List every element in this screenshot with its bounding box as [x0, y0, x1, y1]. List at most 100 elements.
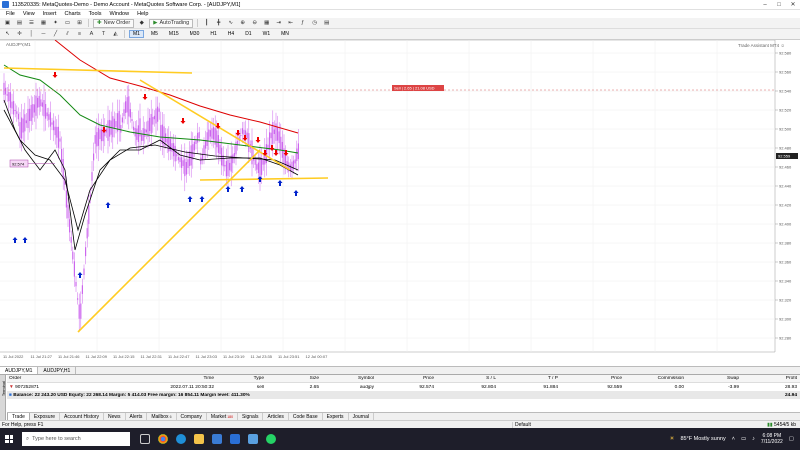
- terminal-icon[interactable]: ▭: [63, 19, 72, 28]
- timeframe-mn[interactable]: MN: [277, 30, 293, 38]
- menu-charts[interactable]: Charts: [60, 11, 84, 17]
- signal-arrows: [12, 72, 299, 278]
- new-order-button[interactable]: ✚ New Order: [93, 18, 135, 28]
- candle-body: [273, 129, 275, 134]
- header-price[interactable]: Price: [377, 376, 437, 381]
- chart-shift-icon[interactable]: ⇤: [286, 19, 295, 28]
- header-swap[interactable]: Swap: [687, 376, 742, 381]
- chart-canvas[interactable]: Sell | 2.65 | 21.08 USD 92.574 AUDJPY,M1…: [0, 40, 800, 366]
- network-icon[interactable]: ▭: [741, 436, 746, 442]
- profiles-icon[interactable]: ▤: [15, 19, 24, 28]
- header-current-price[interactable]: Price: [561, 376, 625, 381]
- mail-icon[interactable]: [230, 434, 240, 444]
- channel-icon[interactable]: ⫽: [63, 30, 72, 39]
- menu-tools[interactable]: Tools: [85, 11, 106, 17]
- timeframe-m5[interactable]: M5: [147, 30, 162, 38]
- menu-view[interactable]: View: [19, 11, 39, 17]
- navigator-icon[interactable]: ✦: [51, 19, 60, 28]
- trendlines[interactable]: [3, 67, 329, 333]
- header-sl[interactable]: S / L: [437, 376, 499, 381]
- taskbar-clock[interactable]: 6:08 PM 7/11/2022: [761, 433, 783, 445]
- timeframe-w1[interactable]: W1: [259, 30, 275, 38]
- price-chart[interactable]: Sell | 2.65 | 21.08 USD 92.574 AUDJPY,M1…: [0, 40, 800, 366]
- status-help-text: For Help, press F1: [2, 421, 44, 428]
- header-profit[interactable]: Profit: [742, 376, 800, 381]
- candle-body: [65, 190, 67, 208]
- market-watch-icon[interactable]: ☰: [27, 19, 36, 28]
- new-chart-icon[interactable]: ▣: [3, 19, 12, 28]
- table-row[interactable]: ▼ 907252871 2022.07.11 20:50:32 sell 2.6…: [7, 383, 800, 391]
- timeframe-d1[interactable]: D1: [241, 30, 255, 38]
- metaeditor-icon[interactable]: ◆: [137, 19, 146, 28]
- volume-icon[interactable]: ♪: [752, 436, 755, 442]
- header-tp[interactable]: T / P: [499, 376, 561, 381]
- header-size[interactable]: Size: [267, 376, 322, 381]
- menu-window[interactable]: Window: [106, 11, 134, 17]
- taskbar-search[interactable]: ⌕ Type here to search: [22, 432, 130, 446]
- weather-text[interactable]: 85°F Mostly sunny: [680, 436, 725, 442]
- maximize-icon[interactable]: □: [772, 2, 786, 8]
- candle-body: [19, 122, 21, 139]
- tray-chevron-icon[interactable]: ˄: [732, 436, 735, 442]
- close-icon[interactable]: ✕: [786, 1, 800, 8]
- templates-icon[interactable]: ▤: [322, 19, 331, 28]
- menu-help[interactable]: Help: [133, 11, 152, 17]
- metatrader-taskbar-icon[interactable]: [248, 434, 258, 444]
- header-order[interactable]: Order: [7, 376, 147, 381]
- header-time[interactable]: Time: [147, 376, 217, 381]
- cursor-icon[interactable]: ↖: [3, 30, 12, 39]
- strategy-tester-icon[interactable]: ⊞: [75, 19, 84, 28]
- file-explorer-icon[interactable]: [194, 434, 204, 444]
- swap-cell: -3.99: [728, 384, 739, 390]
- edge-icon[interactable]: [176, 434, 186, 444]
- crosshair-icon[interactable]: ✛: [15, 30, 24, 39]
- zoom-in-icon[interactable]: ⊕: [238, 19, 247, 28]
- horizontal-line-icon[interactable]: ─: [39, 30, 48, 39]
- header-commission[interactable]: Commission: [625, 376, 687, 381]
- notifications-icon[interactable]: ▢: [789, 436, 794, 442]
- timeframe-m1[interactable]: M1: [129, 30, 144, 38]
- start-button[interactable]: [0, 428, 18, 450]
- menu-insert[interactable]: Insert: [39, 11, 61, 17]
- whatsapp-icon[interactable]: [266, 434, 276, 444]
- auto-trading-button[interactable]: ▶ AutoTrading: [149, 18, 194, 28]
- line-chart-icon[interactable]: ∿: [226, 19, 235, 28]
- toolbar-divider: [88, 19, 89, 27]
- bar-chart-icon[interactable]: ┃: [202, 19, 211, 28]
- ascending-trendline[interactable]: [77, 149, 261, 333]
- menu-file[interactable]: File: [2, 11, 19, 17]
- candlestick-icon[interactable]: ╋: [214, 19, 223, 28]
- data-window-icon[interactable]: ▦: [39, 19, 48, 28]
- store-icon[interactable]: [212, 434, 222, 444]
- header-type[interactable]: Type: [217, 376, 267, 381]
- candle-body: [133, 126, 135, 130]
- fibonacci-icon[interactable]: ≡: [75, 30, 84, 39]
- label-icon[interactable]: T: [99, 30, 108, 39]
- minimize-icon[interactable]: –: [758, 2, 772, 8]
- chrome-icon[interactable]: [158, 434, 168, 444]
- timeframe-m30[interactable]: M30: [186, 30, 204, 38]
- chart-tab-audjpy-m1[interactable]: AUDJPY,M1: [0, 367, 39, 374]
- timeframe-m15[interactable]: M15: [165, 30, 183, 38]
- candle-body: [150, 113, 152, 134]
- trendline-icon[interactable]: ╱: [51, 30, 60, 39]
- header-symbol[interactable]: Symbol: [322, 376, 377, 381]
- support-trendline[interactable]: [199, 177, 329, 181]
- terminal-side-bar[interactable]: Terminal: [0, 375, 6, 421]
- indicators-icon[interactable]: ƒ: [298, 19, 307, 28]
- zoom-out-icon[interactable]: ⊖: [250, 19, 259, 28]
- timeframe-h4[interactable]: H4: [224, 30, 238, 38]
- chart-tab-audjpy-h1[interactable]: AUDJPY,H1: [38, 367, 77, 374]
- vertical-line-icon[interactable]: │: [27, 30, 36, 39]
- weather-icon[interactable]: ☀: [670, 436, 675, 442]
- auto-scroll-icon[interactable]: ⇥: [274, 19, 283, 28]
- trade-table-header: Order Time Type Size Symbol Price S / L …: [7, 375, 800, 383]
- status-profile[interactable]: Default: [512, 421, 722, 428]
- periods-icon[interactable]: ◷: [310, 19, 319, 28]
- task-view-icon[interactable]: [140, 434, 150, 444]
- timeframe-h1[interactable]: H1: [206, 30, 220, 38]
- shapes-icon[interactable]: ◭: [111, 30, 120, 39]
- candle-body: [200, 157, 202, 165]
- text-icon[interactable]: A: [87, 30, 96, 39]
- tile-windows-icon[interactable]: ▦: [262, 19, 271, 28]
